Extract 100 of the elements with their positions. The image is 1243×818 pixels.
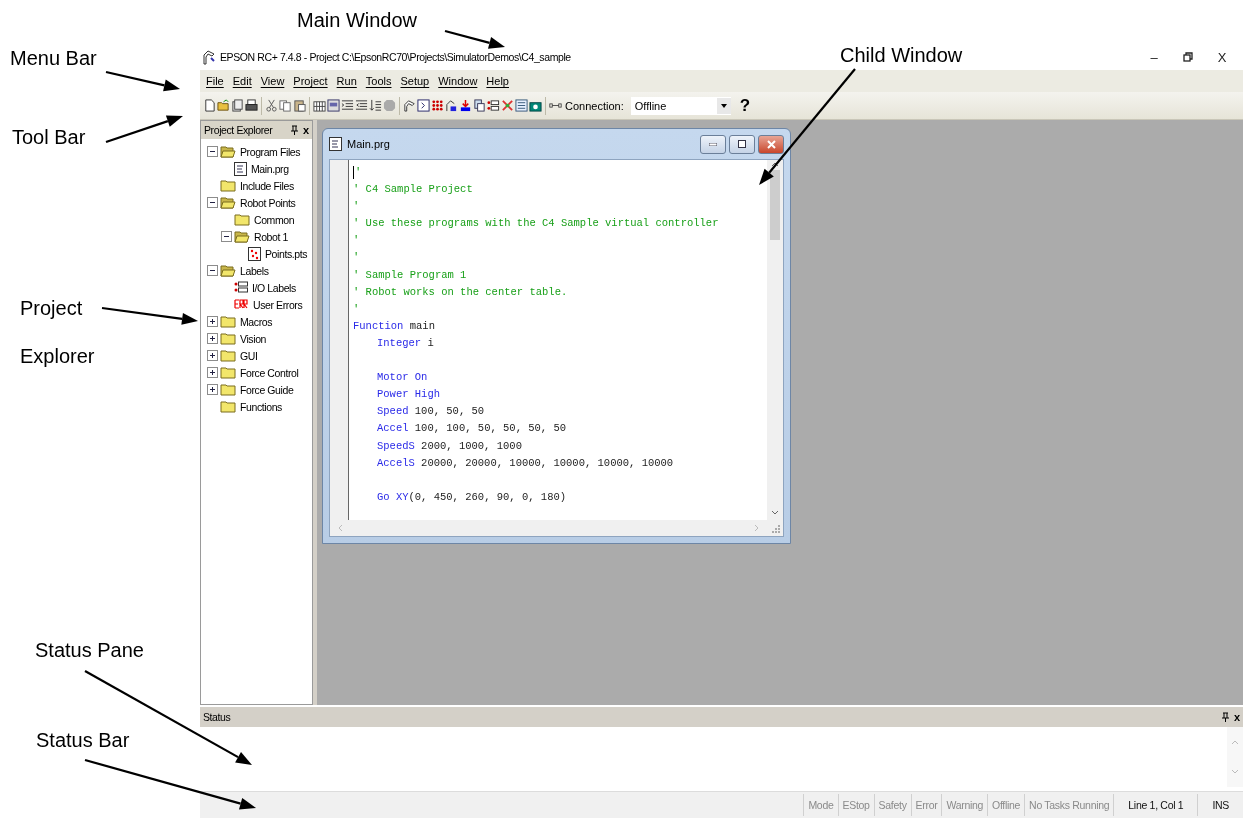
collapse-toggle[interactable] xyxy=(207,265,218,276)
tree-item[interactable]: User Errors xyxy=(251,298,303,311)
code-line: Integer i xyxy=(377,336,434,349)
code-line: ' xyxy=(353,200,360,213)
scroll-up-icon xyxy=(771,160,779,168)
open-folder-icon[interactable] xyxy=(217,97,230,114)
status-indicator: Warning xyxy=(941,794,988,816)
menu-item[interactable]: Help xyxy=(486,75,509,87)
pin-icon[interactable] xyxy=(1221,712,1229,722)
folder-icon xyxy=(220,366,236,379)
callout-label: Project Explorer xyxy=(20,296,96,369)
folder-icon xyxy=(220,332,236,345)
tree-item[interactable]: GUI xyxy=(238,349,258,362)
code-line: Go XY(0, 450, 260, 90, 0, 180) xyxy=(377,490,567,503)
menu-item[interactable]: Window xyxy=(438,75,478,87)
minus-icon xyxy=(209,199,216,206)
pin-icon[interactable] xyxy=(290,125,298,135)
paste-icon[interactable] xyxy=(293,97,306,114)
plus-icon xyxy=(209,352,216,359)
form-icon[interactable] xyxy=(515,97,528,114)
menu-item[interactable]: File xyxy=(206,75,224,87)
callout-label: Status Bar xyxy=(36,729,130,752)
documents-icon[interactable] xyxy=(231,97,244,114)
print-icon[interactable] xyxy=(245,97,258,114)
menu-item[interactable]: Setup xyxy=(400,75,430,87)
collapse-toggle[interactable] xyxy=(207,197,218,208)
code-line: SpeedS 2000, 1000, 1000 xyxy=(377,439,522,452)
menu-item[interactable]: Project xyxy=(293,75,328,87)
command-prompt-icon[interactable] xyxy=(417,97,430,114)
scroll-right-icon xyxy=(753,524,761,532)
code-line: ' Sample Program 1 xyxy=(353,268,467,281)
close-button[interactable]: x xyxy=(302,124,309,136)
minimize-button[interactable] xyxy=(700,134,726,154)
program-file-icon xyxy=(329,137,342,151)
plus-icon xyxy=(209,369,216,376)
scroll-down-icon xyxy=(1231,768,1239,776)
close-icon xyxy=(766,139,776,149)
expand-toggle[interactable] xyxy=(207,367,218,378)
menu-item[interactable]: Tools xyxy=(365,75,392,87)
window-title: EPSON RC+ 7.4.8 - Project C:\EpsonRC70\Projects\SimulatorDemos\C4_sample xyxy=(220,51,571,63)
sort-icon[interactable] xyxy=(369,97,382,114)
close-button[interactable] xyxy=(758,134,784,154)
expand-toggle[interactable] xyxy=(207,316,218,327)
minimize-button[interactable]: – xyxy=(1137,49,1171,65)
download-icon[interactable] xyxy=(459,97,472,114)
expand-toggle[interactable] xyxy=(207,384,218,395)
tree-item[interactable]: Macros xyxy=(238,315,273,328)
vertical-scrollbar[interactable] xyxy=(767,160,783,520)
collapse-toggle[interactable] xyxy=(221,231,232,242)
minus-icon xyxy=(209,267,216,274)
robot-io-icon[interactable] xyxy=(445,97,458,114)
code-line: Power High xyxy=(377,388,440,401)
cut-icon[interactable] xyxy=(265,97,278,114)
tree-item[interactable]: Include Files xyxy=(238,179,294,192)
open-folder-icon xyxy=(220,264,236,277)
code-line: ' xyxy=(355,166,362,178)
tree-item[interactable]: I/O Labels xyxy=(250,281,296,294)
folder-icon xyxy=(220,349,236,362)
robot-arm-icon[interactable] xyxy=(403,97,416,114)
tree-item[interactable]: Common xyxy=(252,213,295,226)
callout-label: Tool Bar xyxy=(12,126,86,149)
tree-item[interactable]: Force Control xyxy=(238,366,299,379)
io-monitor-icon[interactable] xyxy=(473,97,486,114)
help-button[interactable]: ? xyxy=(739,95,751,116)
tree-item[interactable]: Points.pts xyxy=(263,247,308,260)
horizontal-scrollbar[interactable] xyxy=(330,520,767,536)
window-icon[interactable] xyxy=(327,97,340,114)
callout-arrow xyxy=(444,29,505,49)
expand-toggle[interactable] xyxy=(207,333,218,344)
scrollbar-thumb[interactable] xyxy=(770,170,780,240)
close-button[interactable]: X xyxy=(1205,49,1239,65)
copy-icon[interactable] xyxy=(279,97,292,114)
collapse-toggle[interactable] xyxy=(207,146,218,157)
list-icon[interactable] xyxy=(487,97,500,114)
maximize-button[interactable] xyxy=(729,134,755,154)
code-line: Accel 100, 100, 50, 50, 50, 50 xyxy=(377,422,567,435)
callout-label: Main Window xyxy=(297,9,418,32)
dots-grid-icon[interactable] xyxy=(431,97,444,114)
close-button[interactable]: x xyxy=(1233,711,1240,723)
minus-icon xyxy=(223,233,230,240)
points-file-icon xyxy=(248,246,261,261)
tree-item[interactable]: Robot 1 xyxy=(252,230,288,243)
new-file-icon[interactable] xyxy=(203,97,216,114)
status-indicator: No Tasks Running xyxy=(1024,794,1114,816)
callout-label: Child Window xyxy=(840,44,963,67)
tree-item[interactable]: Force Guide xyxy=(238,383,294,396)
tree-item[interactable]: Functions xyxy=(238,400,282,413)
expand-toggle[interactable] xyxy=(207,350,218,361)
menu-item[interactable]: View xyxy=(260,75,285,87)
connection-dropdown[interactable]: Offline xyxy=(630,96,731,115)
panel-title: Status xyxy=(203,711,231,723)
tools-icon[interactable] xyxy=(501,97,514,114)
tree-item[interactable]: Labels xyxy=(238,264,269,277)
tree-item[interactable]: Vision xyxy=(238,332,266,345)
code-line: Motor On xyxy=(377,371,428,384)
tree-item[interactable]: Main.prg xyxy=(249,162,289,175)
tree-item[interactable]: Program Files xyxy=(238,145,301,158)
tree-item[interactable]: Robot Points xyxy=(238,196,296,209)
menu-item[interactable]: Run xyxy=(336,75,357,87)
menu-item[interactable]: Edit xyxy=(232,75,252,87)
